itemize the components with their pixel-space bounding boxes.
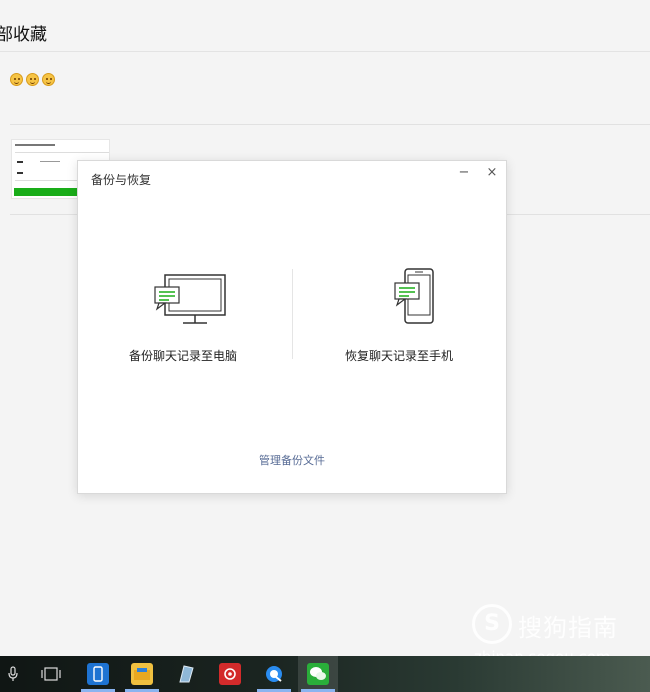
- note-app-icon: [175, 663, 197, 685]
- emoji-row: [10, 73, 55, 86]
- monitor-chat-icon: [154, 274, 226, 324]
- page-title: 部收藏: [0, 25, 47, 45]
- phone-app-icon: [87, 663, 109, 685]
- sogou-logo-icon: S: [472, 604, 512, 644]
- taskbar-app-note[interactable]: [166, 656, 206, 692]
- task-view-icon: [41, 667, 61, 681]
- taskbar-app-netease-music[interactable]: [210, 656, 250, 692]
- minimize-button[interactable]: −: [456, 165, 472, 181]
- watermark-brand: 搜狗指南: [518, 614, 618, 642]
- divider: [10, 124, 650, 125]
- smile-emoji-icon: [10, 73, 23, 86]
- taskbar-app-file-explorer[interactable]: [122, 656, 162, 692]
- manage-backup-files-link[interactable]: 管理备份文件: [78, 452, 506, 468]
- taskbar: [0, 656, 650, 692]
- backup-to-pc-option[interactable]: 备份聊天记录至电脑: [93, 261, 273, 371]
- phone-chat-icon: [394, 268, 434, 324]
- backup-to-pc-label: 备份聊天记录至电脑: [128, 349, 237, 363]
- restore-to-phone-option[interactable]: 恢复聊天记录至手机: [309, 261, 489, 371]
- restore-to-phone-label: 恢复聊天记录至手机: [344, 349, 453, 363]
- dialog-title: 备份与恢复: [91, 173, 152, 187]
- smile-emoji-icon: [42, 73, 55, 86]
- favorites-header: 部收藏: [0, 0, 650, 52]
- file-explorer-icon: [131, 663, 153, 685]
- options-divider: [292, 269, 293, 359]
- wechat-icon: [307, 663, 329, 685]
- cortana-mic-button[interactable]: [0, 656, 26, 692]
- taskbar-app-phone[interactable]: [78, 656, 118, 692]
- smile-emoji-icon: [26, 73, 39, 86]
- taskbar-app-wechat[interactable]: [298, 656, 338, 692]
- netease-music-icon: [219, 663, 241, 685]
- qq-browser-icon: [263, 663, 285, 685]
- task-view-button[interactable]: [30, 656, 72, 692]
- backup-restore-dialog: 备份与恢复 − × 备份聊天记录至电脑 恢复聊天记录至手机 管理备份文件: [77, 160, 507, 494]
- microphone-icon: [8, 666, 18, 681]
- taskbar-app-qq-browser[interactable]: [254, 656, 294, 692]
- close-button[interactable]: ×: [484, 165, 500, 181]
